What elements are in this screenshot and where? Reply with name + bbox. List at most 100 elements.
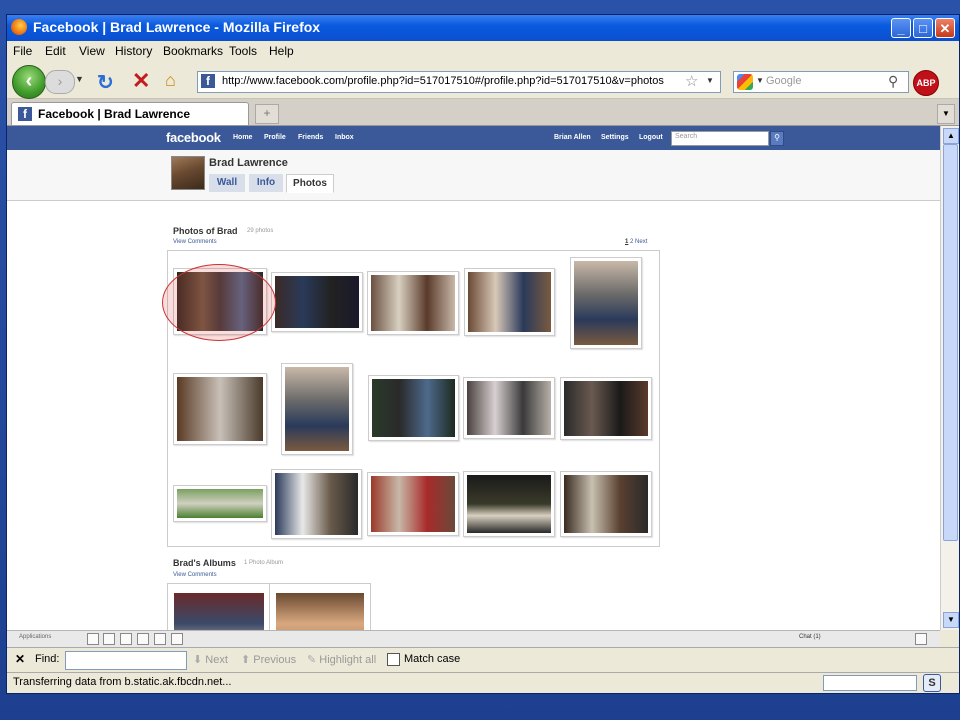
search-icon[interactable]: ⚲ <box>888 73 898 90</box>
photos-icon[interactable] <box>154 633 166 645</box>
page-1-link[interactable]: 1 <box>625 239 628 245</box>
new-tab-button[interactable]: + <box>255 104 279 124</box>
match-case-checkbox[interactable] <box>387 653 400 666</box>
app-icon[interactable] <box>87 633 99 645</box>
notifications-icon[interactable] <box>915 633 927 645</box>
profile-header: Brad Lawrence Wall Info Photos <box>7 150 940 201</box>
photo-thumbnail[interactable] <box>367 271 459 335</box>
applications-menu[interactable]: Applications <box>19 634 51 640</box>
photo-thumbnail[interactable] <box>463 471 555 537</box>
adblock-plus-icon[interactable]: ABP <box>913 70 939 96</box>
home-icon[interactable]: ⌂ <box>165 70 176 91</box>
nav-logout[interactable]: Logout <box>639 134 663 141</box>
skype-icon[interactable]: S <box>923 674 941 692</box>
calendar-icon[interactable] <box>120 633 132 645</box>
profile-name[interactable]: Brad Lawrence <box>209 157 288 169</box>
bookmark-star-icon[interactable]: ☆ <box>685 72 698 90</box>
search-placeholder[interactable]: Google <box>766 75 801 87</box>
chat-button[interactable]: Chat (1) <box>799 634 821 640</box>
tab-title: Facebook | Brad Lawrence <box>38 107 191 121</box>
photo-thumbnail[interactable] <box>367 472 459 536</box>
stop-icon[interactable]: ✕ <box>132 68 150 94</box>
albums-view-comments-link[interactable]: View Comments <box>173 572 217 578</box>
close-find-icon[interactable]: ✕ <box>15 652 25 666</box>
minimize-button[interactable]: _ <box>891 18 911 38</box>
highlighter-icon: ✎ <box>307 654 317 666</box>
highlight-circle-annotation <box>162 264 276 341</box>
highlight-all-button[interactable]: ✎ Highlight all <box>307 653 376 666</box>
next-page-link[interactable]: Next <box>635 239 647 245</box>
forward-button[interactable]: › <box>45 70 75 94</box>
menu-bookmarks[interactable]: Bookmarks <box>163 44 223 58</box>
photo-thumbnail[interactable] <box>560 471 652 537</box>
vertical-scrollbar[interactable]: ▲ ▼ <box>940 126 959 630</box>
nav-profile[interactable]: Profile <box>264 134 286 141</box>
menu-view[interactable]: View <box>79 44 105 58</box>
find-previous-label: Previous <box>253 654 297 666</box>
photo-thumbnail[interactable] <box>464 268 555 336</box>
maximize-button[interactable]: □ <box>913 18 933 38</box>
search-engine-dropdown-icon[interactable]: ▼ <box>756 76 764 85</box>
friends-icon[interactable] <box>103 633 115 645</box>
albums-heading: Brad's Albums <box>173 558 236 568</box>
nav-inbox[interactable]: Inbox <box>335 134 354 141</box>
photos-view-comments-link[interactable]: View Comments <box>173 239 217 245</box>
tab-list-icon[interactable]: ▼ <box>937 104 955 124</box>
menu-help[interactable]: Help <box>269 44 294 58</box>
url-dropdown-icon[interactable]: ▼ <box>706 76 714 85</box>
address-bar[interactable]: f http://www.facebook.com/profile.php?id… <box>197 71 721 93</box>
find-input[interactable] <box>65 651 187 670</box>
album-thumbnail[interactable] <box>269 583 371 630</box>
find-previous-button[interactable]: ⬆ Previous <box>241 653 296 666</box>
photo-thumbnail[interactable] <box>173 485 267 522</box>
facebook-header: facebook Home Profile Friends Inbox Bria… <box>7 126 940 150</box>
photo-thumbnail[interactable] <box>173 373 267 445</box>
album-thumbnail[interactable] <box>167 583 271 630</box>
menu-edit[interactable]: Edit <box>45 44 66 58</box>
photo-thumbnail[interactable] <box>560 377 652 440</box>
facebook-search-button[interactable]: ⚲ <box>770 131 784 146</box>
address-text[interactable]: http://www.facebook.com/profile.php?id=5… <box>222 75 664 87</box>
tab-bar: f Facebook | Brad Lawrence + ▼ <box>7 99 959 126</box>
scroll-down-icon[interactable]: ▼ <box>943 612 959 628</box>
match-case-label[interactable]: Match case <box>404 653 460 665</box>
nav-user-name[interactable]: Brian Allen <box>554 134 591 141</box>
m-icon[interactable] <box>171 633 183 645</box>
google-icon[interactable] <box>737 74 753 90</box>
photo-thumbnail[interactable] <box>570 257 642 349</box>
tab-facebook[interactable]: f Facebook | Brad Lawrence <box>11 102 249 125</box>
photo-thumbnail[interactable] <box>271 272 363 332</box>
photo-thumbnail[interactable] <box>463 377 555 439</box>
find-next-button[interactable]: ⬇ Next <box>193 653 228 666</box>
nav-home[interactable]: Home <box>233 134 252 141</box>
photo-thumbnail[interactable] <box>368 375 459 441</box>
nav-friends[interactable]: Friends <box>298 134 323 141</box>
search-box[interactable]: ▼ Google ⚲ <box>733 71 909 93</box>
reload-icon[interactable]: ↻ <box>97 70 114 95</box>
photos-heading: Photos of Brad <box>173 226 238 236</box>
facebook-search-placeholder: Search <box>675 133 698 140</box>
photo-thumbnail[interactable] <box>281 363 353 455</box>
page-2-link[interactable]: 2 <box>630 239 633 245</box>
facebook-favicon-icon: f <box>18 107 32 121</box>
notes-icon[interactable] <box>137 633 149 645</box>
facebook-logo[interactable]: facebook <box>166 130 221 145</box>
tab-wall[interactable]: Wall <box>209 174 245 192</box>
scroll-up-icon[interactable]: ▲ <box>943 128 959 144</box>
menu-history[interactable]: History <box>115 44 152 58</box>
history-dropdown-icon[interactable]: ▼ <box>75 74 84 84</box>
back-button[interactable]: ‹ <box>12 65 46 99</box>
menu-bar: File Edit View History Bookmarks Tools H… <box>7 41 959 61</box>
albums-count: 1 Photo Album <box>244 560 284 566</box>
page-content: facebook Home Profile Friends Inbox Bria… <box>7 126 940 630</box>
menu-file[interactable]: File <box>13 44 32 58</box>
photo-thumbnail[interactable] <box>271 469 362 539</box>
nav-settings[interactable]: Settings <box>601 134 629 141</box>
scrollbar-thumb[interactable] <box>943 144 958 541</box>
menu-tools[interactable]: Tools <box>229 44 257 58</box>
tab-info[interactable]: Info <box>249 174 283 192</box>
facebook-search-input[interactable]: Search <box>671 131 769 146</box>
close-button[interactable]: ✕ <box>935 18 955 38</box>
tab-photos[interactable]: Photos <box>286 174 334 193</box>
avatar[interactable] <box>171 156 205 190</box>
